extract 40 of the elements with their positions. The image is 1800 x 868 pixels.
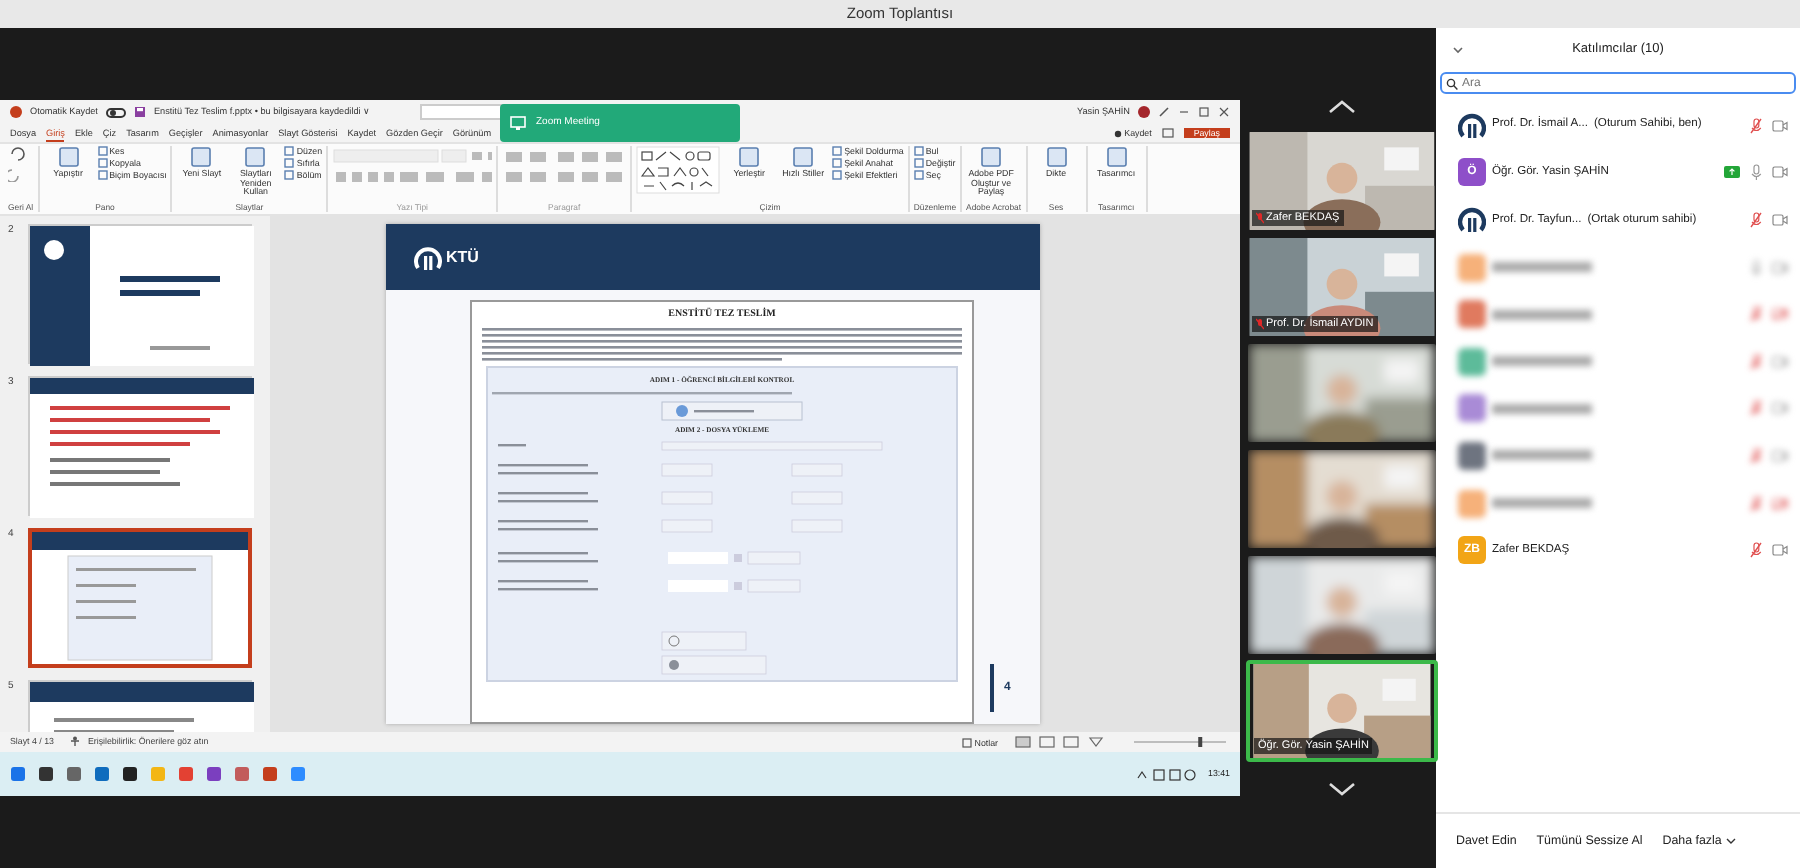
ribbon-icon	[980, 146, 1003, 168]
tray-icons-drawing	[1136, 767, 1196, 781]
monitor-icon	[510, 116, 526, 130]
ribbon-icon	[1045, 146, 1068, 168]
search-icon	[1446, 77, 1458, 89]
logo-text: KTÜ	[446, 245, 479, 269]
close-icon[interactable]	[1218, 106, 1230, 118]
blurred-name	[1492, 309, 1592, 320]
ribbon-icon	[57, 146, 80, 168]
save-icon[interactable]	[133, 106, 146, 118]
scroll-down-icon[interactable]	[1328, 782, 1356, 796]
ribbon-icon	[738, 146, 761, 168]
slide-thumbnail[interactable]	[28, 528, 252, 668]
blurred-name	[1492, 356, 1592, 367]
autosave-toggle[interactable]	[105, 107, 126, 117]
scroll-up-icon[interactable]	[1328, 100, 1356, 114]
undo-icon[interactable]	[8, 146, 28, 182]
ribbon-icon	[792, 146, 815, 168]
collapse-icon[interactable]	[1452, 46, 1464, 54]
university-logo-icon	[1458, 111, 1486, 140]
accessibility-icon	[69, 736, 80, 747]
university-logo-icon	[1458, 205, 1486, 234]
notes-icon	[962, 737, 973, 747]
user-avatar	[1138, 106, 1150, 118]
university-logo-icon	[414, 243, 442, 271]
record-dot-icon	[1114, 129, 1123, 137]
maximize-icon[interactable]	[1198, 106, 1210, 118]
blurred-name	[1492, 403, 1592, 414]
ribbon-icon	[1105, 146, 1128, 168]
ribbon-icon	[244, 146, 267, 168]
blurred-name	[1492, 498, 1592, 509]
minimize-icon[interactable]	[1178, 106, 1190, 118]
comment-icon[interactable]	[1161, 127, 1174, 139]
powerpoint-icon	[10, 106, 22, 118]
blurred-name	[1492, 450, 1592, 461]
blurred-name	[1492, 262, 1592, 273]
ribbon-icon	[190, 146, 213, 168]
slider-thumb[interactable]	[1198, 737, 1203, 747]
start-icon[interactable]	[10, 766, 26, 782]
pen-icon[interactable]	[1158, 106, 1170, 118]
